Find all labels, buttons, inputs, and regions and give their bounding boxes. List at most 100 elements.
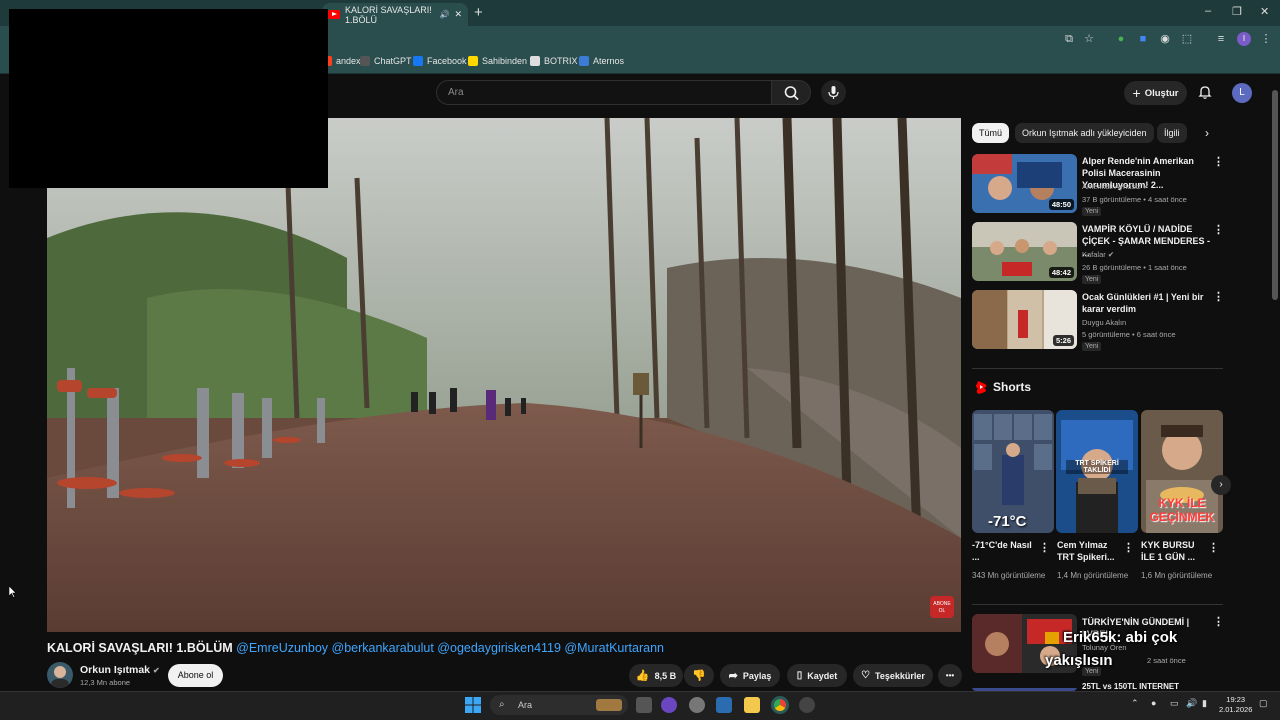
windows-start-icon[interactable] (465, 697, 481, 713)
extension-circle-icon[interactable]: ◉ (1158, 32, 1172, 46)
bookmark-chatgpt[interactable]: ChatGPT (360, 56, 412, 66)
volume-icon[interactable]: 🔊 (1186, 698, 1197, 709)
search-icon (784, 86, 799, 101)
rec-menu-icon[interactable]: ⋮ (1213, 617, 1224, 628)
rec-duration: 48:42 (1048, 267, 1074, 278)
channel-avatar[interactable] (47, 662, 73, 688)
tab-close-icon[interactable]: ✕ (454, 9, 462, 20)
file-explorer-icon[interactable] (744, 697, 760, 713)
subscribe-watermark[interactable]: ABONE OL (930, 596, 954, 618)
more-actions-button[interactable]: ••• (938, 664, 962, 687)
copilot-app-icon[interactable] (661, 697, 677, 713)
bookmark-facebook[interactable]: Facebook (413, 56, 467, 66)
channel-name[interactable]: Orkun Işıtmak ✔ (80, 664, 160, 676)
verified-badge-icon: ✔ (1107, 250, 1115, 259)
bookmark-sahibinden[interactable]: Sahibinden (468, 56, 527, 66)
like-button[interactable]: 👍 8,5 B (629, 664, 683, 687)
rec-meta-3: 5 görüntüleme • 6 saat önce (1082, 330, 1176, 339)
short-thumbnail-1[interactable]: -71°C (972, 410, 1054, 533)
media-control-icon[interactable]: ≡ (1214, 32, 1228, 46)
microphone-tray-icon[interactable]: ● (1151, 698, 1156, 708)
shorts-heading-text: Shorts (993, 380, 1032, 394)
bookmark-icon: ▯ (796, 670, 803, 681)
browser-tab-active[interactable]: KALORİ SAVAŞLARI! 1.BÖLÜ 🔊 ✕ (322, 3, 468, 26)
tab-title: KALORİ SAVAŞLARI! 1.BÖLÜ (345, 4, 432, 25)
store-app-icon[interactable] (716, 697, 732, 713)
dislike-button[interactable]: 👎 (684, 664, 714, 687)
share-button[interactable]: ➦ Paylaş (720, 664, 780, 687)
rec-menu-icon[interactable]: ⋮ (1213, 157, 1224, 168)
new-tab-button[interactable]: + (474, 4, 483, 21)
notifications-bell-icon[interactable] (1197, 84, 1213, 100)
tab-audio-icon[interactable]: 🔊 (439, 10, 449, 19)
thanks-label: Teşekkürler (875, 670, 925, 681)
rec-channel-3[interactable]: Duygu Akalın (1082, 317, 1126, 328)
rec-thumbnail-2[interactable]: 48:42 (972, 222, 1077, 281)
extensions-puzzle-icon[interactable]: ⬚ (1180, 32, 1194, 46)
page-scrollbar-thumb[interactable] (1272, 90, 1278, 300)
search-input[interactable]: Ara (436, 80, 772, 105)
shorts-logo-icon (976, 381, 987, 394)
short-menu-icon[interactable]: ⋮ (1208, 543, 1219, 554)
bookmark-label: Aternos (593, 56, 625, 66)
chip-all[interactable]: Tümü (972, 123, 1010, 143)
notification-center-icon[interactable]: ▢ (1259, 698, 1268, 709)
short-menu-icon[interactable]: ⋮ (1039, 543, 1050, 554)
short-title-3[interactable]: KYK BURSU İLE 1 GÜN ... (1141, 539, 1207, 563)
video-title-mentions[interactable]: @EmreUzunboy @berkankarabulut @ogedaygir… (236, 641, 664, 655)
rec-thumbnail-3[interactable]: 5:26 (972, 290, 1077, 349)
network-icon[interactable]: ▭ (1170, 698, 1179, 709)
taskbar-search[interactable]: ⌕ Ara (490, 695, 628, 715)
chip-related[interactable]: İlgili (1157, 123, 1187, 143)
short-thumbnail-3[interactable]: KYK İLE GEÇİNMEK (1141, 410, 1223, 533)
minimize-button[interactable]: – (1205, 5, 1211, 17)
rec-menu-icon[interactable]: ⋮ (1213, 292, 1224, 303)
super-thanks-icon: ♡ (861, 670, 871, 681)
bookmark-star-icon[interactable]: ☆ (1082, 32, 1096, 46)
chip-from-uploader[interactable]: Orkun Işıtmak adlı yükleyiciden (1015, 123, 1154, 143)
install-app-icon[interactable]: ⧉ (1062, 32, 1076, 46)
create-button[interactable]: + Oluştur (1124, 81, 1187, 105)
extension-shield-icon[interactable]: ● (1114, 32, 1128, 46)
facebook-icon (413, 56, 423, 66)
app-icon[interactable] (799, 697, 815, 713)
bookmark-aternos[interactable]: Aternos (579, 56, 624, 66)
taskbar-search-label: Ara (518, 700, 533, 710)
browser-profile-avatar[interactable]: I (1237, 32, 1251, 46)
maximize-button[interactable]: ❐ (1232, 5, 1242, 18)
rec-title-3[interactable]: Ocak Günlükleri #1 | Yeni bir karar verd… (1082, 291, 1210, 315)
botrix-icon (530, 56, 540, 66)
translate-icon[interactable]: ■ (1136, 32, 1150, 46)
video-player[interactable]: ABONE OL (47, 118, 961, 632)
save-button[interactable]: ▯ Kaydet (787, 664, 847, 687)
task-view-icon[interactable] (636, 697, 652, 713)
rec-channel-2[interactable]: Kafalar ✔ (1082, 249, 1114, 260)
bookmark-botrix[interactable]: BOTRIX (530, 56, 578, 66)
rec-channel-1[interactable]: Amerikali Aynasiz ✔ (1082, 181, 1149, 192)
video-title: KALORİ SAVAŞLARI! 1.BÖLÜM @EmreUzunboy @… (47, 641, 664, 655)
redacted-block (9, 9, 328, 188)
rec-thumbnail-5[interactable] (972, 683, 1077, 691)
voice-search-button[interactable] (821, 80, 846, 105)
account-avatar[interactable]: L (1232, 83, 1252, 103)
search-button[interactable] (771, 80, 811, 105)
shorts-next-chevron-icon[interactable]: › (1211, 475, 1231, 495)
subscribe-button[interactable]: Abone ol (168, 664, 223, 687)
chrome-app-icon[interactable] (771, 696, 789, 714)
rec-menu-icon[interactable]: ⋮ (1213, 225, 1224, 236)
taskbar-clock[interactable]: 19:23 2.01.2026 (1219, 695, 1252, 715)
short-thumbnail-2[interactable]: TRT SPİKERİ TAKLİDİ (1056, 410, 1138, 533)
short-title-1[interactable]: -71°C'de Nasıl ... (972, 539, 1038, 563)
tray-overflow-chevron-icon[interactable]: ⌃ (1131, 698, 1139, 709)
chips-next-chevron-icon[interactable]: › (1198, 123, 1216, 143)
close-window-button[interactable]: ✕ (1260, 5, 1269, 18)
battery-icon[interactable]: ▮ (1202, 698, 1207, 709)
share-label: Paylaş (742, 670, 772, 681)
short-menu-icon[interactable]: ⋮ (1123, 543, 1134, 554)
short-title-2[interactable]: Cem Yılmaz TRT Spikeri... (1057, 539, 1123, 563)
thanks-button[interactable]: ♡ Teşekkürler (853, 664, 933, 687)
browser-menu-icon[interactable]: ⋮ (1259, 32, 1273, 46)
settings-gear-icon[interactable] (689, 697, 705, 713)
rec-thumbnail-1[interactable]: 48:50 (972, 154, 1077, 213)
rec-title-5[interactable]: 25TL vs 150TL İNTERNET (1082, 683, 1210, 691)
